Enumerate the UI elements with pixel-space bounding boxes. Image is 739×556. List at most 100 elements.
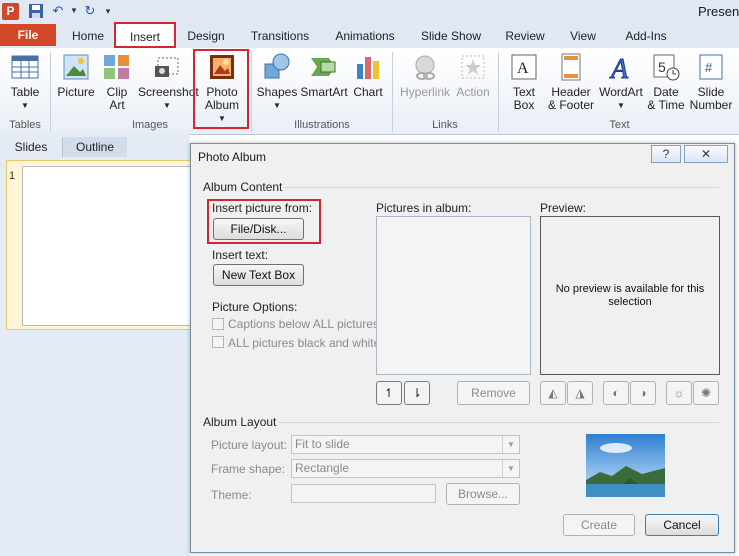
group-label-links: Links: [432, 119, 458, 131]
tab-design[interactable]: Design: [182, 26, 230, 46]
screenshot-button[interactable]: Screenshot ▼: [138, 52, 199, 112]
wordart-dropdown-icon: ▼: [617, 101, 625, 110]
move-down-button[interactable]: ⇂: [404, 381, 430, 405]
hyperlink-icon: [410, 52, 440, 82]
chart-label: Chart: [353, 85, 383, 99]
preview-label: Preview:: [540, 201, 587, 215]
rotate-left-button[interactable]: ◭: [540, 381, 566, 405]
undo-dropdown-icon[interactable]: ▼: [66, 3, 82, 19]
insert-text-label: Insert text:: [212, 248, 269, 262]
chart-button[interactable]: Chart: [350, 52, 386, 99]
action-label: Action: [456, 85, 490, 99]
frame-shape-select[interactable]: Rectangle ▼: [291, 459, 520, 478]
brightness-up-icon: ☼: [673, 386, 685, 400]
pictures-in-album-label: Pictures in album:: [376, 201, 472, 215]
picture-layout-select[interactable]: Fit to slide ▼: [291, 435, 520, 454]
browse-button[interactable]: Browse...: [446, 483, 520, 505]
rotate-left-icon: ◭: [548, 386, 558, 400]
picture-layout-value: Fit to slide: [295, 437, 350, 451]
no-preview-text-2: selection: [608, 296, 652, 308]
help-button[interactable]: ?: [651, 145, 681, 163]
brightness-up-button[interactable]: ☼: [666, 381, 692, 405]
text-box-button[interactable]: A Text Box: [504, 52, 544, 112]
smartart-icon: [309, 52, 339, 82]
slide-number: 1: [9, 170, 16, 182]
group-separator: [392, 52, 393, 132]
cancel-button[interactable]: Cancel: [645, 514, 719, 536]
header-footer-icon: [556, 52, 586, 82]
slide-number-button[interactable]: # Slide Number: [688, 52, 734, 112]
black-white-checkbox[interactable]: [212, 336, 224, 348]
shapes-button[interactable]: Shapes ▼: [256, 52, 298, 112]
tab-slide-show[interactable]: Slide Show: [418, 26, 484, 46]
photo-album-highlight: [193, 49, 249, 129]
slide-thumbnail-1[interactable]: [22, 166, 192, 326]
no-preview-text-1: No preview is available for this: [555, 283, 705, 295]
pictures-list[interactable]: [376, 216, 531, 375]
rotate-right-button[interactable]: ◮: [567, 381, 593, 405]
tab-home[interactable]: Home: [66, 26, 110, 46]
wordart-icon: A: [606, 52, 636, 86]
date-time-button[interactable]: 5 Date & Time: [646, 52, 686, 112]
album-content-legend: Album Content: [201, 180, 285, 194]
create-button[interactable]: Create: [563, 514, 635, 536]
powerpoint-logo-icon[interactable]: P: [2, 3, 19, 20]
tab-outline[interactable]: Outline: [62, 137, 127, 157]
group-label-tables: Tables: [9, 119, 41, 131]
redo-icon[interactable]: ↻: [82, 3, 98, 19]
customize-qat-icon[interactable]: ▾: [100, 3, 116, 19]
text-box-icon: A: [509, 52, 539, 82]
tab-transitions[interactable]: Transitions: [246, 26, 314, 46]
brightness-down-icon: ✺: [700, 386, 712, 400]
table-dropdown-icon: ▼: [21, 101, 29, 110]
contrast-down-button[interactable]: ◑: [630, 381, 656, 405]
remove-button[interactable]: Remove: [457, 381, 530, 405]
svg-text:A: A: [609, 54, 629, 82]
tab-insert[interactable]: Insert: [114, 22, 176, 48]
new-text-box-button[interactable]: New Text Box: [213, 264, 304, 286]
hyperlink-label: Hyperlink: [399, 85, 450, 99]
save-icon[interactable]: [28, 3, 44, 19]
clip-art-icon: [102, 52, 132, 82]
picture-button[interactable]: Picture: [56, 52, 96, 99]
move-down-icon: ⇂: [411, 386, 423, 400]
tab-slides[interactable]: Slides: [2, 137, 60, 157]
dialog-title: Photo Album: [198, 150, 267, 164]
contrast-up-button[interactable]: ◐: [603, 381, 629, 405]
picture-options-label: Picture Options:: [212, 300, 298, 314]
picture-layout-label: Picture layout:: [211, 438, 288, 452]
tab-file[interactable]: File: [0, 24, 56, 46]
tab-add-ins[interactable]: Add-Ins: [618, 26, 674, 46]
action-icon: [458, 52, 488, 82]
insert-picture-highlight: [207, 199, 321, 244]
undo-icon[interactable]: ↶: [50, 3, 66, 19]
tab-animations[interactable]: Animations: [330, 26, 400, 46]
clip-art-button[interactable]: Clip Art: [100, 52, 134, 112]
close-button[interactable]: ✕: [684, 145, 728, 163]
action-button[interactable]: Action: [454, 52, 492, 99]
group-label-text: Text: [609, 119, 630, 131]
header-footer-label-2: & Footer: [547, 98, 595, 112]
brightness-down-button[interactable]: ✺: [693, 381, 719, 405]
svg-text:A: A: [517, 60, 529, 77]
svg-text:#: #: [705, 60, 713, 75]
black-white-label: ALL pictures black and white: [228, 336, 381, 350]
group-label-illustrations: Illustrations: [294, 119, 350, 131]
table-icon: [10, 52, 40, 82]
wordart-button[interactable]: A WordArt ▼: [598, 52, 644, 112]
table-button[interactable]: Table ▼: [4, 52, 46, 112]
smartart-button[interactable]: SmartArt: [300, 52, 348, 99]
theme-label: Theme:: [211, 488, 252, 502]
captions-checkbox[interactable]: [212, 318, 224, 330]
theme-input[interactable]: [291, 484, 436, 503]
move-up-button[interactable]: ↿: [376, 381, 402, 405]
text-box-label-2: Box: [513, 98, 535, 112]
header-footer-button[interactable]: Header & Footer: [546, 52, 596, 112]
picture-icon: [61, 52, 91, 82]
tab-view[interactable]: View: [564, 26, 602, 46]
hyperlink-button[interactable]: Hyperlink: [398, 52, 452, 99]
chart-icon: [353, 52, 383, 82]
contrast-up-icon: ◐: [612, 386, 620, 400]
move-up-icon: ↿: [383, 386, 395, 400]
tab-review[interactable]: Review: [502, 26, 548, 46]
